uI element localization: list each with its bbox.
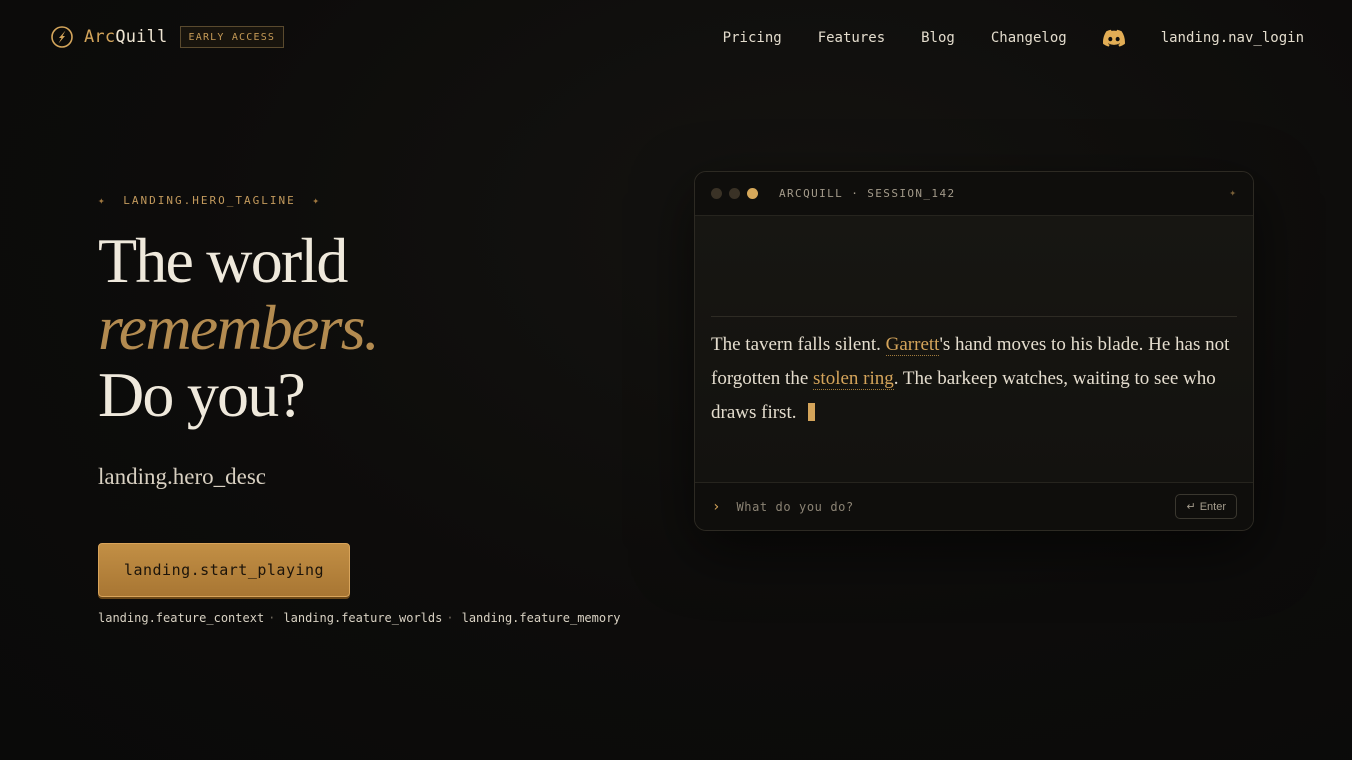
chevron-right-icon: › (712, 498, 721, 515)
hero-headline: The world remembers. Do you? (98, 225, 380, 430)
text-cursor (808, 403, 816, 421)
feature-item: landing.feature_context (98, 611, 265, 625)
nav-link-features[interactable]: Features (818, 30, 885, 46)
headline-line-1: The world (98, 225, 348, 296)
return-icon: ↵ (1186, 501, 1196, 513)
headline-line-3: Do you? (98, 359, 306, 430)
session-preview-card: ARCQUILL · SESSION_142 ✦ The tavern fall… (694, 171, 1254, 531)
nav-login-link[interactable]: landing.nav_login (1161, 30, 1304, 46)
card-header: ARCQUILL · SESSION_142 ✦ (695, 172, 1253, 216)
feature-item: landing.feature_worlds (283, 611, 443, 625)
window-dot-icon (747, 188, 758, 199)
nav-link-changelog[interactable]: Changelog (991, 30, 1067, 46)
feature-item: landing.feature_memory (461, 611, 621, 625)
hero-tagline-text: LANDING.HERO_TAGLINE (123, 194, 296, 207)
quill-logo-icon (51, 26, 73, 48)
discord-icon[interactable] (1102, 29, 1125, 47)
window-dot-icon (729, 188, 740, 199)
window-dot-icon (711, 188, 722, 199)
character-link-garrett[interactable]: Garrett (885, 334, 940, 356)
prompt-bar: › ↵ Enter (695, 482, 1253, 530)
session-title: ARCQUILL · SESSION_142 (779, 187, 956, 200)
top-nav: ArcQuill EARLY ACCESS Pricing Features B… (0, 0, 1352, 76)
sparkle-icon: ✦ (1229, 186, 1236, 199)
early-access-badge: EARLY ACCESS (179, 26, 285, 48)
start-playing-button[interactable]: landing.start_playing (98, 543, 350, 597)
story-area: The tavern falls silent. Garrett's hand … (695, 216, 1253, 484)
hero-description: landing.hero_desc (98, 464, 266, 489)
hero-tagline: ✦ LANDING.HERO_TAGLINE ✦ (98, 194, 321, 207)
feature-list: landing.feature_context · landing.featur… (98, 611, 621, 625)
sparkle-icon: ✦ (312, 194, 321, 207)
story-text: The tavern falls silent. Garrett's hand … (711, 334, 1230, 423)
nav-link-blog[interactable]: Blog (921, 30, 955, 46)
nav-links: Pricing Features Blog Changelog landing.… (723, 29, 1304, 47)
sparkle-icon: ✦ (98, 194, 107, 207)
feature-separator: · (446, 611, 454, 625)
enter-label: Enter (1199, 500, 1226, 513)
headline-line-2: remembers. (98, 292, 380, 363)
item-link-stolen-ring[interactable]: stolen ring (813, 368, 894, 390)
enter-button[interactable]: ↵ Enter (1175, 494, 1237, 519)
brand[interactable]: ArcQuill EARLY ACCESS (51, 26, 285, 48)
feature-separator: · (268, 611, 276, 625)
action-input[interactable] (736, 499, 1117, 514)
brand-name: ArcQuill (84, 27, 168, 47)
divider (711, 316, 1237, 317)
nav-link-pricing[interactable]: Pricing (723, 30, 782, 46)
